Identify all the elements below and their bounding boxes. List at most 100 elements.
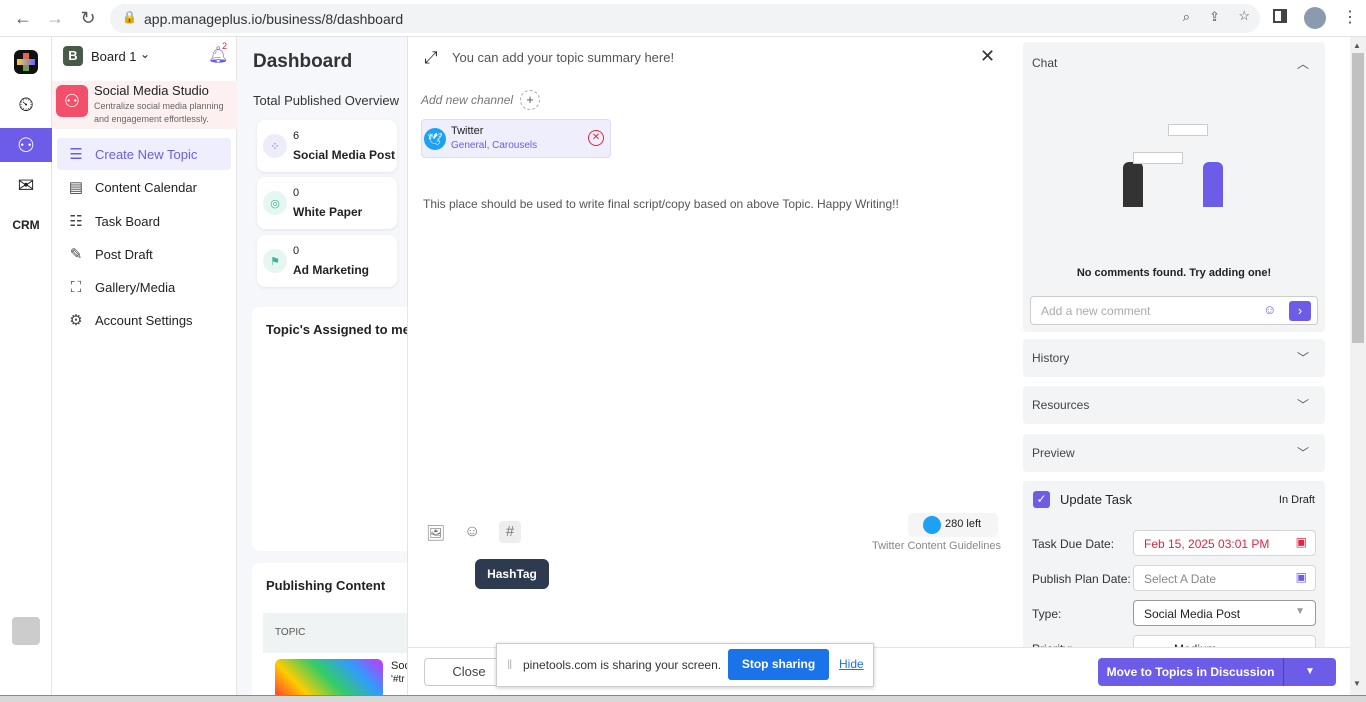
history-section[interactable]: History ﹀ — [1023, 339, 1325, 377]
channel-chip[interactable]: 🕊︎ Twitter General, Carousels ✕ — [421, 119, 611, 158]
topic-title[interactable]: Soc — [391, 660, 407, 672]
chevron-down-icon[interactable]: ⌄ — [140, 47, 150, 61]
chevron-down-icon[interactable]: ﹀ — [1297, 444, 1309, 461]
ad-marketing-icon: ⚑ — [263, 249, 287, 273]
sidebar-item-create-new-topic[interactable]: ☰ Create New Topic — [57, 138, 231, 170]
twitter-icon — [923, 516, 941, 534]
comment-placeholder: Add a new comment — [1041, 304, 1151, 318]
stat-label: Ad Marketing — [293, 263, 370, 277]
scrollbar-thumb[interactable] — [1352, 53, 1364, 343]
chevron-down-icon[interactable]: ﹀ — [1297, 349, 1309, 366]
due-date-field[interactable]: Feb 15, 2025 03:01 PM ▣ — [1133, 530, 1316, 556]
char-counter: 280 left — [908, 513, 998, 537]
stat-card[interactable]: ⚑ 0 Ad Marketing — [257, 235, 397, 287]
channel-name: Twitter — [451, 125, 484, 137]
resources-section[interactable]: Resources ﹀ — [1023, 386, 1325, 424]
reload-icon[interactable]: ↻ — [77, 8, 99, 29]
drag-handle[interactable]: ‖ — [507, 657, 512, 672]
user-avatar[interactable] — [12, 617, 40, 645]
studio-subtitle: Centralize social media planning and eng… — [94, 101, 224, 124]
screen-share-bar: ‖ pinetools.com is sharing your screen. … — [496, 643, 874, 687]
chat-section: Chat ︿ No comments found. Try adding one… — [1023, 42, 1325, 332]
crm-icon[interactable]: CRM — [0, 208, 52, 242]
social-studio-icon[interactable]: ⚇ — [0, 128, 52, 162]
calendar-icon[interactable]: ▣ — [1296, 570, 1307, 584]
share-nodes-icon: ⁘ — [263, 134, 287, 158]
preview-section[interactable]: Preview ﹀ — [1023, 434, 1325, 472]
add-channel-button[interactable]: + — [520, 90, 540, 110]
sidebar-item-gallery-media[interactable]: ⛶ Gallery/Media — [57, 271, 231, 303]
hashtag-button[interactable]: # — [499, 521, 521, 543]
emoji-icon[interactable]: ☺ — [464, 523, 480, 541]
profile-avatar[interactable] — [1304, 7, 1326, 29]
sidebar-item-label: Task Board — [95, 213, 161, 229]
browser-toolbar: ← → ↻ 🔒 app.manageplus.io/business/8/das… — [0, 0, 1366, 37]
side-panel-icon[interactable] — [1273, 9, 1287, 23]
forward-icon[interactable]: → — [44, 8, 66, 29]
publish-date-field[interactable]: Select A Date ▣ — [1133, 565, 1316, 591]
bookmark-star-icon[interactable]: ☆ — [1238, 8, 1250, 24]
calendar-icon[interactable]: ▣ — [1296, 535, 1307, 549]
assigned-topics-card: Topic's Assigned to me — [252, 307, 407, 551]
remove-channel-icon[interactable]: ✕ — [588, 130, 604, 146]
gallery-add-icon: ⛶ — [70, 278, 82, 296]
board-badge: B — [63, 46, 83, 66]
due-date-label: Task Due Date: — [1032, 537, 1115, 551]
comment-input[interactable]: Add a new comment ☺ › — [1030, 296, 1318, 325]
move-options-dropdown[interactable]: ▼ — [1284, 658, 1336, 686]
chevron-up-icon[interactable]: ︿ — [1297, 55, 1309, 72]
sidebar-item-content-calendar[interactable]: ▤ Content Calendar — [57, 171, 231, 203]
address-bar[interactable]: 🔒 app.manageplus.io/business/8/dashboard… — [110, 4, 1260, 33]
stop-sharing-button[interactable]: Stop sharing — [728, 649, 829, 680]
content-editor[interactable]: This place should be used to write final… — [423, 197, 899, 211]
type-select[interactable]: Social Media Post ▼ — [1133, 600, 1316, 626]
close-icon[interactable]: ✕ — [980, 46, 995, 67]
type-label: Type: — [1032, 607, 1062, 621]
email-campaign-icon[interactable]: ✉ — [0, 168, 52, 202]
empty-comments-text: No comments found. Try adding one! — [1076, 267, 1272, 279]
white-paper-icon: ◎ — [263, 191, 287, 215]
back-icon[interactable]: ← — [12, 8, 34, 29]
stat-count: 0 — [293, 245, 300, 257]
stat-card[interactable]: ◎ 0 White Paper — [257, 177, 397, 229]
stat-count: 0 — [293, 187, 300, 199]
move-to-discussion-button[interactable]: Move to Topics in Discussion — [1098, 658, 1284, 686]
menu-dots-icon[interactable]: ⋮ — [1342, 7, 1358, 27]
emoji-icon[interactable]: ☺ — [1263, 302, 1276, 317]
topic-summary-input[interactable]: You can add your topic summary here! — [452, 50, 674, 65]
app-logo[interactable] — [0, 45, 52, 79]
share-icon[interactable]: ⇪ — [1209, 9, 1220, 25]
topic-thumbnail — [275, 659, 383, 695]
image-icon[interactable]: 🖼︎ — [426, 524, 445, 542]
stat-label: White Paper — [293, 205, 363, 219]
chevron-down-icon[interactable]: ﹀ — [1297, 396, 1309, 413]
twitter-guidelines-link[interactable]: Twitter Content Guidelines — [872, 540, 1001, 552]
calendar-icon: ▤ — [68, 179, 84, 196]
speedometer-icon[interactable]: ⏲ — [0, 88, 52, 122]
stat-card[interactable]: ⁘ 6 Social Media Post — [257, 120, 397, 172]
sidebar-item-post-draft[interactable]: ✎ Post Draft — [57, 238, 231, 270]
hide-link[interactable]: Hide — [839, 657, 864, 671]
board-selector[interactable]: Board 1 — [91, 49, 137, 64]
sidebar-item-account-settings[interactable]: ⚙ Account Settings — [57, 304, 231, 336]
expand-icon[interactable]: ⤢ — [424, 48, 438, 68]
users-gear-icon: ⚙ — [69, 312, 83, 329]
topic-hashtags: '#tr — [391, 674, 405, 685]
table-header: TOPIC — [263, 613, 407, 653]
move-button-group: Move to Topics in Discussion ▼ — [1098, 658, 1336, 686]
dashboard: Dashboard Total Published Overview ⁘ 6 Soc… — [237, 37, 407, 695]
sidebar: B Board 1 ⌄ 🔔︎ 2 ⚇ Social Media Studio C… — [52, 37, 237, 695]
taskbar — [0, 695, 1366, 702]
update-task-checkbox[interactable]: ✓ — [1033, 491, 1050, 508]
sidebar-item-task-board[interactable]: ☷ Task Board — [57, 205, 231, 237]
page-scrollbar[interactable]: ▲ ▼ — [1350, 37, 1366, 695]
page-title: Dashboard — [253, 51, 353, 72]
chat-illustration — [1108, 112, 1238, 212]
send-comment-button[interactable]: › — [1289, 301, 1311, 321]
twitter-icon: 🕊︎ — [424, 128, 446, 150]
zoom-icon[interactable]: ⌕ — [1183, 9, 1190, 25]
section-title: Chat — [1032, 56, 1058, 70]
app-rail: ⏲ ⚇ ✉ CRM — [0, 37, 52, 695]
stat-count: 6 — [293, 130, 300, 142]
stat-label: Social Media Post — [293, 148, 396, 162]
